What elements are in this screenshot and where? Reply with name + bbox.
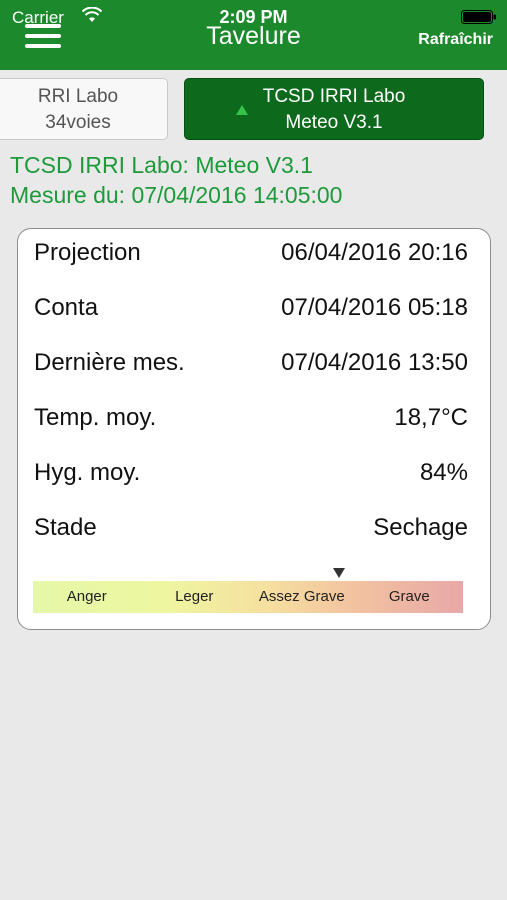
detail-value: 18,7°C (394, 404, 468, 431)
severity-level-leger: Leger (175, 588, 214, 605)
detail-value: 07/04/2016 05:18 (281, 294, 468, 321)
detail-label: Projection (34, 239, 141, 266)
detail-label: Stade (34, 514, 97, 541)
detail-row: Projection 06/04/2016 20:16 (34, 239, 468, 269)
station-subtitle: 34voies (45, 112, 111, 133)
detail-row: Dernière mes. 07/04/2016 13:50 (34, 349, 468, 379)
station-card-34voies[interactable]: RRI Labo 34voies (0, 78, 168, 140)
detail-value: 07/04/2016 13:50 (281, 349, 468, 376)
station-heading: TCSD IRRI Labo: Meteo V3.1 (10, 152, 313, 178)
detail-row: Stade Sechage (34, 514, 468, 544)
detail-label: Temp. moy. (34, 404, 157, 431)
detail-label: Conta (34, 294, 99, 321)
detail-value: 06/04/2016 20:16 (281, 239, 468, 266)
severity-scale: Anger Leger Assez Grave Grave (33, 581, 463, 613)
station-name: RRI Labo (37, 86, 119, 107)
severity-level-assez-grave: Assez Grave (258, 588, 345, 605)
triangle-up-icon (236, 105, 248, 115)
station-subtitle: Meteo V3.1 (285, 112, 383, 133)
detail-value: Sechage (373, 514, 468, 541)
station-name: TCSD IRRI Labo (262, 86, 406, 107)
detail-label: Dernière mes. (34, 349, 185, 376)
detail-value: 84% (419, 459, 468, 486)
station-card-meteo[interactable]: TCSD IRRI Labo Meteo V3.1 (184, 78, 484, 140)
measure-date: Mesure du: 07/04/2016 14:05:00 (10, 182, 343, 208)
details-panel: Projection 06/04/2016 20:16 Conta 07/04/… (17, 228, 491, 630)
detail-row: Conta 07/04/2016 05:18 (34, 294, 468, 324)
refresh-button[interactable]: Rafraîchir (418, 31, 493, 49)
detail-label: Hyg. moy. (34, 459, 141, 486)
severity-level-grave: Grave (388, 588, 430, 605)
detail-row: Temp. moy. 18,7°C (34, 404, 468, 434)
detail-row: Hyg. moy. 84% (34, 459, 468, 489)
severity-level-anger: Anger (66, 588, 107, 605)
severity-marker-icon (333, 568, 345, 578)
nav-bar: Carrier 2:09 PM Tavelure Rafraîchir (0, 0, 507, 70)
